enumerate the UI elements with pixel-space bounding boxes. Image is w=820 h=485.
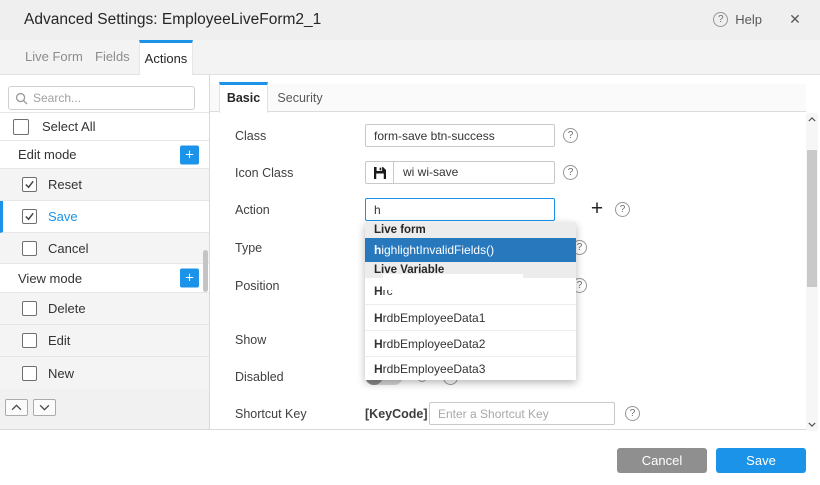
reset-checkbox[interactable] (22, 177, 37, 192)
tab-actions[interactable]: Actions (139, 40, 193, 75)
title-bar: Advanced Settings: EmployeeLiveForm2_1 H… (0, 0, 820, 40)
action-row-label: Save (48, 209, 78, 224)
dialog-title: Advanced Settings: EmployeeLiveForm2_1 (24, 0, 321, 40)
action-label: Action (235, 198, 270, 222)
help-icon (713, 12, 728, 27)
icon-class-input[interactable]: wi wi-save (365, 161, 555, 184)
new-checkbox[interactable] (22, 366, 37, 381)
move-down-button[interactable] (33, 399, 56, 416)
tab-live-form[interactable]: Live Form (25, 40, 83, 74)
dropdown-item-highlighted[interactable]: highlightInvalidFields() (365, 238, 576, 262)
scroll-up-icon[interactable] (806, 113, 818, 126)
add-action-icon[interactable] (588, 197, 606, 221)
cancel-checkbox[interactable] (22, 241, 37, 256)
overlapping-field-patch (383, 274, 523, 290)
shortcut-key-input[interactable] (429, 402, 615, 425)
close-icon[interactable] (786, 10, 804, 28)
group-header-view-mode: View mode (0, 264, 209, 293)
icon-class-help-icon[interactable] (563, 165, 578, 180)
save-button[interactable]: Save (716, 448, 806, 473)
tab-security[interactable]: Security (268, 84, 332, 112)
scrollbar-thumb[interactable] (807, 150, 817, 287)
tab-fields[interactable]: Fields (95, 40, 130, 74)
action-autocomplete-dropdown: Live form highlightInvalidFields() Live … (365, 222, 576, 380)
action-list: Select All Edit mode Reset Save (0, 112, 209, 390)
keycode-prefix: [KeyCode] + (365, 402, 438, 426)
cancel-button[interactable]: Cancel (617, 448, 707, 473)
class-label: Class (235, 124, 266, 148)
scroll-down-icon[interactable] (806, 418, 818, 431)
action-row-delete[interactable]: Delete (0, 293, 209, 325)
add-action-plus-icon[interactable] (180, 269, 199, 288)
select-all-label: Select All (42, 119, 95, 134)
dropdown-item[interactable]: HrdbEmployeeData1 (365, 304, 576, 330)
disabled-label: Disabled (235, 365, 284, 389)
chevron-up-icon (11, 404, 22, 411)
class-help-icon[interactable] (563, 128, 578, 143)
search-icon (15, 92, 28, 105)
shortcut-help-icon[interactable] (625, 406, 640, 421)
group-label: Edit mode (18, 147, 77, 162)
type-label: Type (235, 236, 262, 260)
class-input[interactable] (365, 124, 555, 147)
main-scrollbar[interactable] (806, 113, 818, 431)
action-row-label: Edit (48, 333, 70, 348)
save-checkbox[interactable] (22, 209, 37, 224)
action-row-label: Cancel (48, 241, 88, 256)
search-box[interactable] (8, 86, 195, 110)
search-input[interactable] (33, 91, 173, 105)
select-all-checkbox[interactable] (13, 119, 29, 135)
shortcut-key-label: Shortcut Key (235, 402, 307, 426)
action-row-cancel[interactable]: Cancel (0, 233, 209, 264)
dropdown-item[interactable]: HrdbEmployeeData2 (365, 330, 576, 356)
dropdown-item[interactable]: HrdbEmployeeData3 (365, 356, 576, 380)
delete-checkbox[interactable] (22, 301, 37, 316)
action-row-new[interactable]: New (0, 357, 209, 390)
footer-divider (0, 429, 806, 430)
icon-class-value: wi wi-save (394, 162, 554, 183)
move-up-button[interactable] (5, 399, 28, 416)
nav-tab-strip: Live Form Fields Actions (0, 40, 820, 75)
add-action-plus-icon[interactable] (180, 145, 199, 164)
action-help-icon[interactable] (615, 202, 630, 217)
group-header-edit-mode: Edit mode (0, 141, 209, 169)
show-label: Show (235, 328, 266, 352)
action-row-edit[interactable]: Edit (0, 325, 209, 357)
select-all-row[interactable]: Select All (0, 113, 209, 141)
action-row-label: Reset (48, 177, 82, 192)
edit-checkbox[interactable] (22, 333, 37, 348)
dropdown-group-header: Live form (365, 222, 576, 238)
advanced-settings-dialog: Advanced Settings: EmployeeLiveForm2_1 H… (0, 0, 820, 485)
group-label: View mode (18, 271, 82, 286)
reorder-controls (0, 389, 209, 430)
icon-class-label: Icon Class (235, 161, 293, 185)
actions-sidebar: Select All Edit mode Reset Save (0, 75, 210, 430)
tab-basic[interactable]: Basic (219, 82, 268, 113)
panel-tab-bar: Basic Security (210, 84, 806, 112)
action-row-label: New (48, 366, 74, 381)
sidebar-scrollbar-thumb[interactable] (203, 250, 208, 292)
action-row-reset[interactable]: Reset (0, 169, 209, 201)
position-label: Position (235, 274, 279, 298)
action-row-label: Delete (48, 301, 86, 316)
action-input[interactable] (365, 198, 555, 221)
help-button[interactable]: Help (713, 12, 762, 27)
help-label: Help (735, 12, 762, 27)
floppy-save-icon (366, 162, 394, 183)
action-row-save[interactable]: Save (0, 201, 209, 233)
chevron-down-icon (39, 404, 50, 411)
